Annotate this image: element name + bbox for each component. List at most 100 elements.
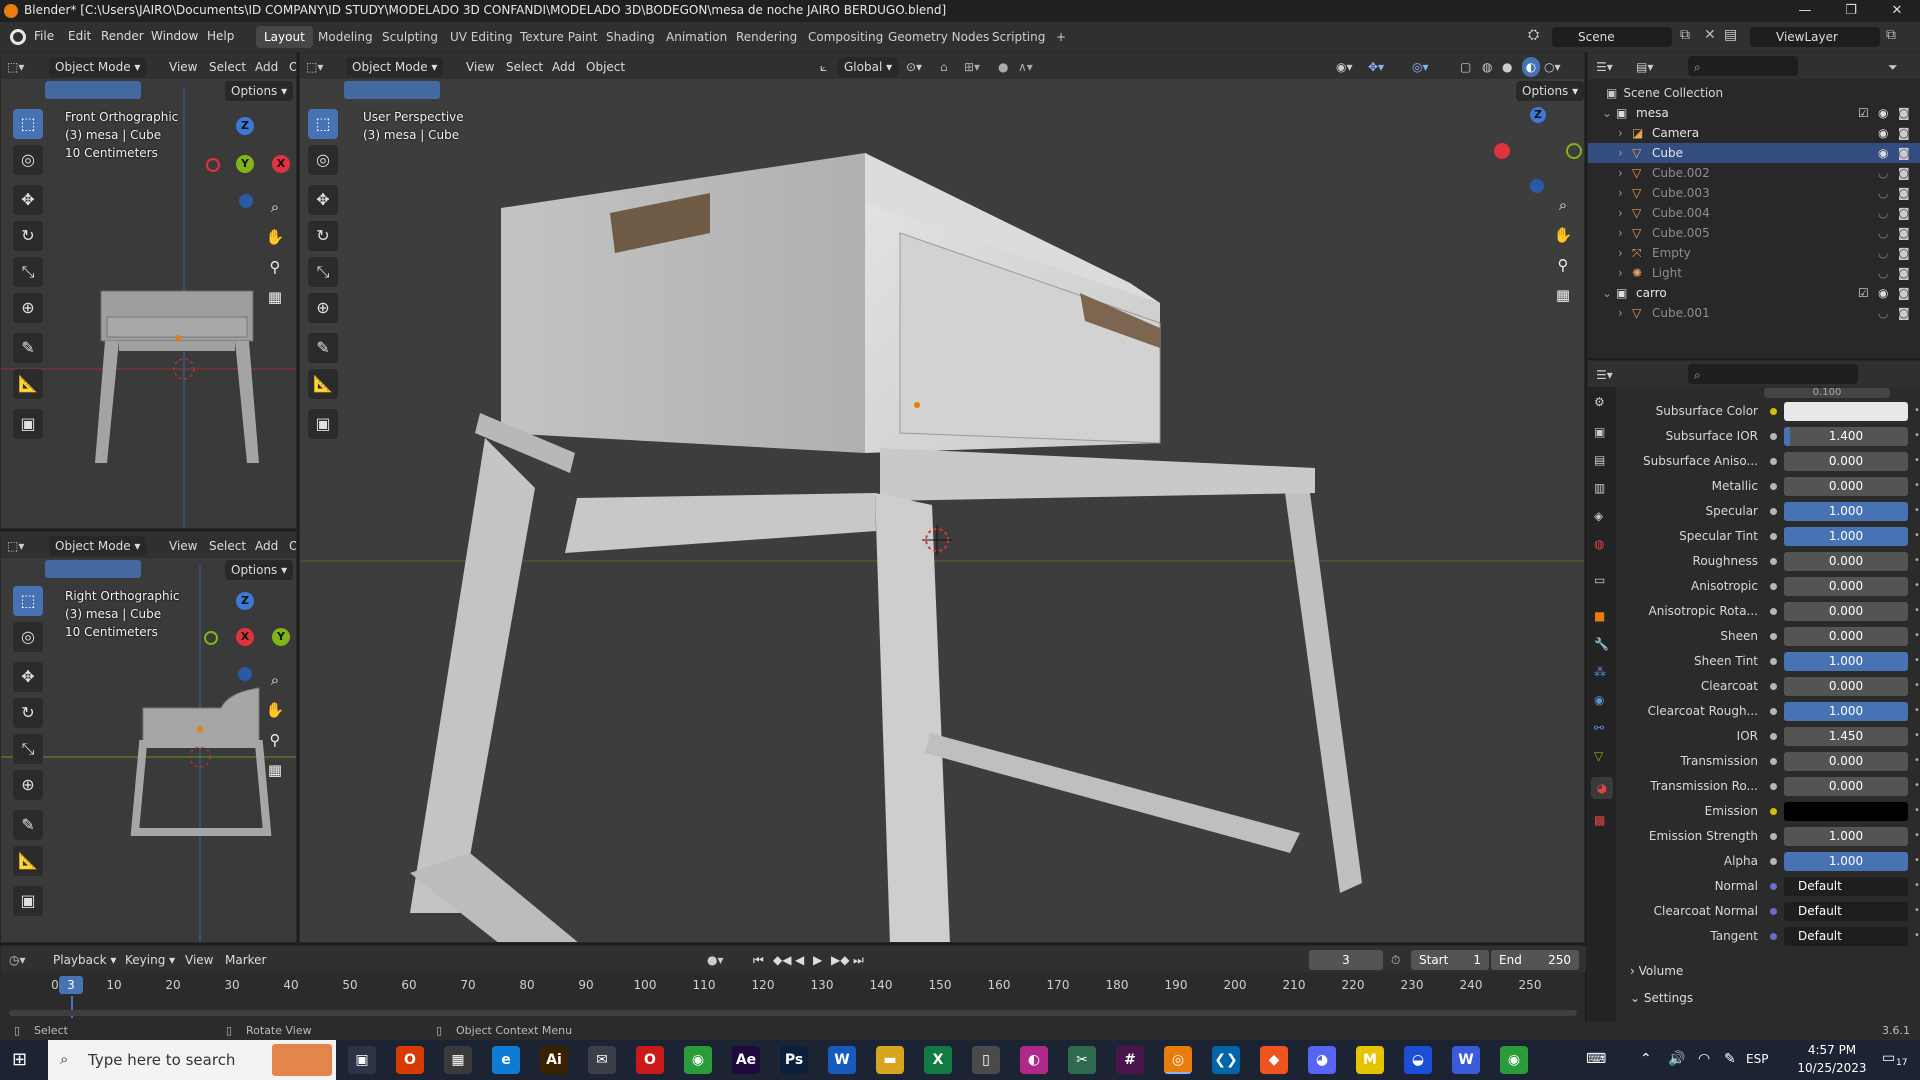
expand-arrow-icon[interactable]: › [1618, 203, 1623, 223]
render-camera-icon[interactable]: ◙ [1898, 143, 1910, 163]
keyframe-dot-icon[interactable]: • [1914, 430, 1920, 441]
keyframe-dot-icon[interactable]: • [1914, 755, 1920, 766]
scene-selector[interactable]: Scene [1552, 27, 1672, 47]
taskbar-chrome-2-icon[interactable]: ◉ [1500, 1046, 1528, 1074]
volume-section[interactable]: › Volume [1630, 964, 1683, 978]
expand-arrow-icon[interactable]: › [1618, 183, 1623, 203]
keyframe-dot-icon[interactable]: • [1914, 680, 1920, 691]
gizmo-neg-z-icon[interactable] [239, 194, 253, 208]
outliner-row-cube[interactable]: › ▽ Cube ◉ ◙ [1588, 143, 1920, 163]
expand-arrow-icon[interactable]: ⌄ [1602, 103, 1612, 123]
taskbar-teams-icon[interactable]: W [1452, 1046, 1480, 1074]
tool-rotate-icon[interactable]: ↻ [13, 221, 43, 251]
expand-arrow-icon[interactable]: › [1618, 143, 1623, 163]
taskbar-paint-icon[interactable]: ◐ [1020, 1046, 1048, 1074]
keyframe-dot-icon[interactable]: • [1914, 605, 1920, 616]
keyframe-dot-icon[interactable]: • [1914, 505, 1920, 516]
keyframe-dot-icon[interactable]: • [1914, 630, 1920, 641]
outliner-row-cube-001[interactable]: › ▽ Cube.001 ◡ ◙ [1588, 303, 1920, 323]
visibility-eye-icon[interactable]: ◡ [1878, 163, 1888, 183]
workspace-tab-geometry-nodes[interactable]: Geometry Nodes [880, 26, 997, 48]
tool-transform-icon[interactable]: ⊕ [308, 293, 338, 323]
new-scene-icon[interactable]: ⧉ [1680, 27, 1690, 43]
expand-arrow-icon[interactable]: › [1618, 223, 1623, 243]
tool-annotate-icon[interactable]: ✎ [308, 333, 338, 363]
volume-icon[interactable]: 🔊 [1668, 1051, 1685, 1067]
menu-window[interactable]: Window [151, 29, 198, 43]
settings-section[interactable]: ⌄ Settings [1630, 991, 1693, 1005]
editor-type-icon[interactable]: ☰▾ [1596, 57, 1613, 77]
taskbar-vscode-icon[interactable]: ❮❯ [1212, 1046, 1240, 1074]
menu-edit[interactable]: Edit [68, 29, 91, 43]
language-indicator[interactable]: ESP [1746, 1052, 1768, 1066]
keyframe-dot-icon[interactable]: • [1914, 880, 1920, 891]
keyframe-dot-icon[interactable]: • [1914, 480, 1920, 491]
socket-dot-icon[interactable] [1770, 408, 1777, 415]
gizmo-z-icon[interactable]: Z [236, 117, 254, 135]
current-frame-field[interactable]: 3 [1309, 950, 1383, 970]
render-camera-icon[interactable]: ◙ [1898, 243, 1910, 263]
expand-arrow-icon[interactable]: › [1618, 123, 1623, 143]
outliner-row-empty[interactable]: › ⤧ Empty ◡ ◙ [1588, 243, 1920, 263]
output-tab-icon[interactable]: ▤ [1594, 453, 1605, 467]
render-camera-icon[interactable]: ◙ [1898, 303, 1910, 323]
outliner-row-cube-003[interactable]: › ▽ Cube.003 ◡ ◙ [1588, 183, 1920, 203]
socket-dot-icon[interactable] [1770, 883, 1777, 890]
expand-arrow-icon[interactable]: › [1618, 243, 1623, 263]
tool-tab-icon[interactable]: ⚙ [1594, 395, 1605, 409]
gizmo-y-icon[interactable]: Y [236, 155, 254, 173]
collection-checkbox-icon[interactable]: ☑ [1858, 103, 1869, 123]
socket-dot-icon[interactable] [1770, 433, 1777, 440]
property-field[interactable]: Default [1784, 902, 1908, 921]
property-field[interactable]: Default [1784, 927, 1908, 946]
gizmo-x-icon[interactable] [1494, 143, 1510, 159]
tool-select-box-icon[interactable]: ⬚ [13, 109, 43, 139]
outliner-row-cube-002[interactable]: › ▽ Cube.002 ◡ ◙ [1588, 163, 1920, 183]
socket-dot-icon[interactable] [1770, 683, 1777, 690]
taskbar-task-view-icon[interactable]: ▣ [348, 1046, 376, 1074]
property-field[interactable]: 1.000 [1784, 852, 1908, 871]
keyframe-dot-icon[interactable]: • [1914, 555, 1920, 566]
expand-arrow-icon[interactable]: ⌄ [1602, 283, 1612, 303]
property-field[interactable] [1784, 802, 1908, 821]
collection-checkbox-icon[interactable]: ☑ [1858, 283, 1869, 303]
keyframe-dot-icon[interactable]: • [1914, 405, 1920, 416]
keyframe-dot-icon[interactable]: • [1914, 830, 1920, 841]
visibility-eye-icon[interactable]: ◡ [1878, 223, 1888, 243]
outliner-row-scene-collection[interactable]: ▣ Scene Collection [1606, 83, 1906, 103]
socket-dot-icon[interactable] [1770, 558, 1777, 565]
taskbar-excel-icon[interactable]: X [924, 1046, 952, 1074]
tool-cursor-icon[interactable]: ◎ [13, 145, 43, 175]
camera-view-icon[interactable]: ⚲ [263, 255, 287, 279]
gizmo-y-icon[interactable]: Y [272, 628, 290, 646]
taskbar-notepad-icon[interactable]: ▯ [972, 1046, 1000, 1074]
tool-annotate-icon[interactable]: ✎ [13, 333, 43, 363]
visibility-eye-icon[interactable]: ◡ [1878, 183, 1888, 203]
taskbar-blender-icon[interactable]: ◎ [1164, 1046, 1192, 1074]
render-camera-icon[interactable]: ◙ [1898, 103, 1910, 123]
render-camera-icon[interactable]: ◙ [1898, 203, 1910, 223]
outliner-row-cube-005[interactable]: › ▽ Cube.005 ◡ ◙ [1588, 223, 1920, 243]
tool-measure-icon[interactable]: 📐 [308, 369, 338, 399]
tool-add-cube-icon[interactable]: ▣ [13, 409, 43, 439]
property-field[interactable]: 1.000 [1784, 652, 1908, 671]
render-camera-icon[interactable]: ◙ [1898, 183, 1910, 203]
tool-rotate-icon[interactable]: ↻ [308, 221, 338, 251]
tool-scale-icon[interactable]: ⤡ [13, 257, 43, 287]
timeline-ruler[interactable]: 0 10 20 30 40 50 60 70 80 90 100 110 120 130 140 150 160… [1, 976, 1586, 996]
property-field[interactable]: 1.450 [1784, 727, 1908, 746]
gizmo-neg-y-icon[interactable] [1566, 143, 1582, 159]
new-view-layer-icon[interactable]: ⧉ [1886, 27, 1896, 43]
gizmo-z-icon[interactable]: Z [1530, 107, 1546, 123]
socket-dot-icon[interactable] [1770, 733, 1777, 740]
tray-expand-icon[interactable]: ⌃ [1640, 1051, 1652, 1067]
tool-move-icon[interactable]: ✥ [308, 185, 338, 215]
gizmo-neg-z-icon[interactable] [238, 667, 252, 681]
clock-time[interactable]: 4:57 PM [1800, 1043, 1864, 1057]
property-field[interactable]: 1.000 [1784, 702, 1908, 721]
expand-arrow-icon[interactable]: › [1618, 163, 1623, 183]
property-field[interactable]: 1.000 [1784, 827, 1908, 846]
pan-hand-icon[interactable]: ✋ [1551, 223, 1575, 247]
keyframe-dot-icon[interactable]: • [1914, 855, 1920, 866]
object-tab-icon[interactable]: ■ [1594, 609, 1605, 623]
